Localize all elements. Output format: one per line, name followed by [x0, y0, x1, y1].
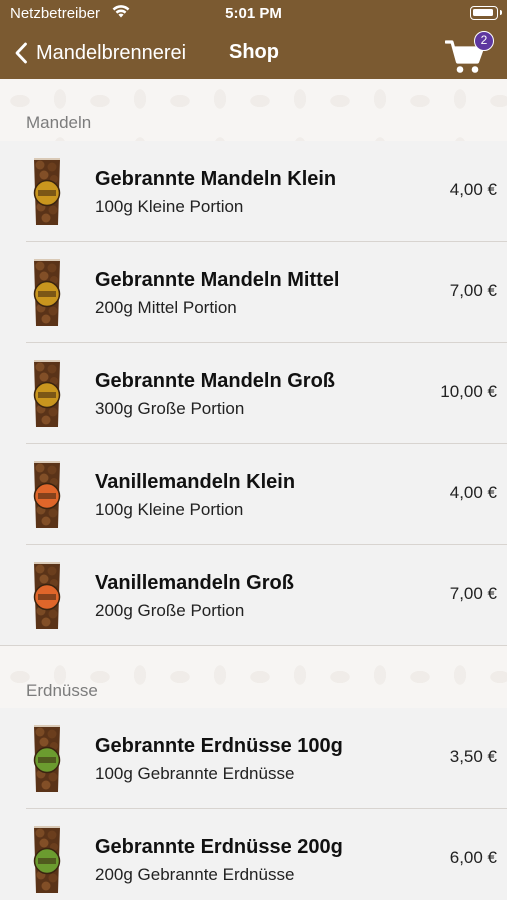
product-image: [30, 357, 64, 431]
product-name: Gebrannte Mandeln Groß: [95, 370, 336, 392]
product-image: [30, 722, 64, 796]
product-description: 100g Kleine Portion: [95, 500, 244, 519]
product-row[interactable]: Vanillemandeln Groß 200g Große Portion 7…: [0, 545, 507, 646]
product-name: Gebrannte Erdnüsse 200g: [95, 836, 343, 858]
page-title: Shop: [229, 41, 279, 63]
cart-button[interactable]: 2: [445, 31, 494, 73]
product-description: 100g Kleine Portion: [95, 197, 244, 216]
product-image: [30, 155, 64, 229]
product-description: 200g Große Portion: [95, 601, 245, 620]
section-header-erdnuesse: Erdnüsse: [26, 681, 98, 700]
cart-count-badge: 2: [474, 31, 494, 51]
product-name: Vanillemandeln Groß: [95, 572, 294, 594]
product-price: 4,00 €: [449, 483, 497, 502]
product-row[interactable]: Gebrannte Erdnüsse 200g 200g Gebrannte E…: [0, 809, 507, 900]
product-price: 3,50 €: [449, 747, 497, 766]
product-list: Mandeln Gebrannte Mandeln Klein 100g Kle…: [0, 79, 507, 900]
battery-icon: [470, 6, 502, 20]
product-description: 100g Gebrannte Erdnüsse: [95, 764, 295, 783]
app-header: Netzbetreiber 5:01 PM Mandelbrennerei Sh…: [0, 0, 507, 79]
product-row[interactable]: Gebrannte Erdnüsse 100g 100g Gebrannte E…: [0, 708, 507, 809]
navigation-bar: Mandelbrennerei Shop 2: [0, 28, 507, 79]
product-name: Gebrannte Mandeln Klein: [95, 168, 337, 190]
product-row[interactable]: Vanillemandeln Klein 100g Kleine Portion…: [0, 444, 507, 545]
product-price: 7,00 €: [449, 281, 497, 300]
product-name: Gebrannte Mandeln Mittel: [95, 269, 340, 291]
product-name: Gebrannte Erdnüsse 100g: [95, 735, 343, 757]
product-row[interactable]: Gebrannte Mandeln Groß 300g Große Portio…: [0, 343, 507, 444]
product-description: 200g Gebrannte Erdnüsse: [95, 865, 295, 884]
product-row[interactable]: Gebrannte Mandeln Mittel 200g Mittel Por…: [0, 242, 507, 343]
product-price: 4,00 €: [449, 180, 497, 199]
product-image: [30, 256, 64, 330]
product-description: 300g Große Portion: [95, 399, 245, 418]
chevron-left-icon: [15, 42, 27, 64]
back-button-label: Mandelbrennerei: [36, 41, 187, 64]
product-price: 6,00 €: [449, 848, 497, 867]
product-name: Vanillemandeln Klein: [95, 471, 296, 493]
section-header-mandeln: Mandeln: [26, 113, 92, 132]
product-price: 7,00 €: [449, 584, 497, 603]
product-image: [30, 458, 64, 532]
product-description: 200g Mittel Portion: [95, 298, 237, 317]
product-row[interactable]: Gebrannte Mandeln Klein 100g Kleine Port…: [0, 141, 507, 242]
back-button[interactable]: Mandelbrennerei: [14, 37, 186, 69]
product-price: 10,00 €: [440, 382, 497, 401]
product-image: [30, 559, 64, 633]
status-bar: Netzbetreiber 5:01 PM: [0, 0, 507, 28]
product-image: [30, 823, 64, 897]
status-time: 5:01 PM: [225, 5, 282, 22]
